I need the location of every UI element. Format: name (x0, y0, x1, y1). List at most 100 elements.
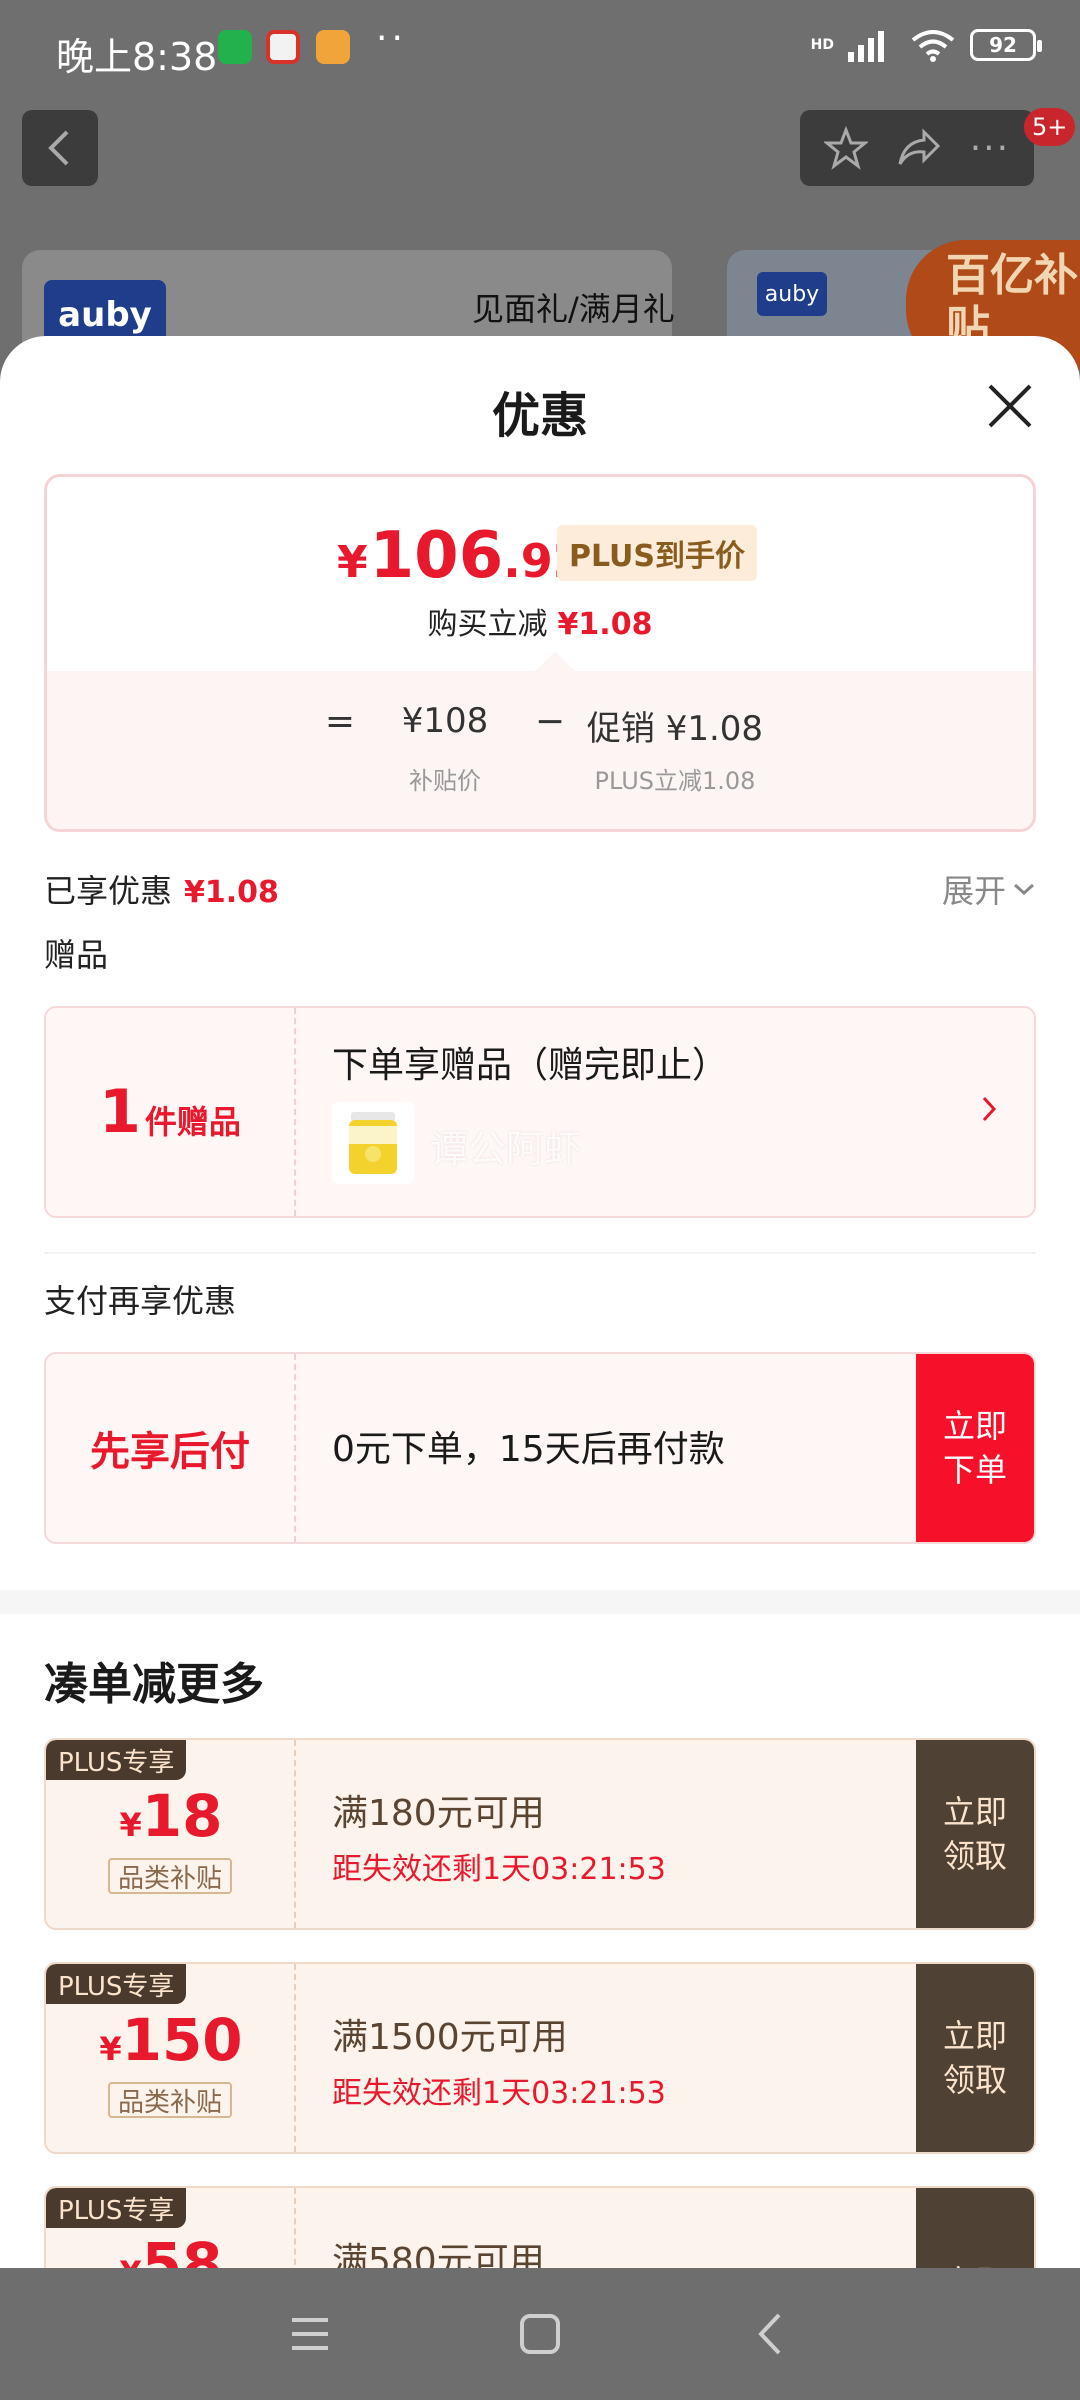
final-price: ¥ 106 .92 (337, 519, 585, 593)
final-price-currency: ¥ (337, 537, 368, 588)
formula-equals: = (324, 701, 356, 742)
claim-line1: 立即 (942, 1793, 1007, 1831)
menu-icon (292, 2318, 328, 2350)
message-badge: 5+ (1024, 108, 1076, 146)
status-right: HD 92 (810, 28, 1042, 62)
coupon-condition: 满180元可用 (332, 1793, 545, 1834)
subsidy-price-col: ¥108 补贴价 (370, 701, 520, 796)
plus-exclusive-badge: PLUS专享 (46, 2188, 187, 2228)
claim-line1: 立即 (942, 2017, 1007, 2055)
more-section-title: 凑单减更多 (44, 1659, 264, 1710)
plus-exclusive-badge: PLUS专享 (46, 1964, 187, 2004)
gift-description: 下单享赠品（赠完即止） (332, 1045, 729, 1086)
more-notifications-icon: ·· (376, 18, 407, 59)
claim-label: 立即 领取 (943, 1790, 1007, 1878)
subsidy-price-label: 补贴价 (409, 767, 481, 795)
share-icon[interactable] (896, 126, 942, 170)
map-app-icon (266, 30, 300, 64)
pay-later-card: 先享后付 0元下单，15天后再付款 立即下单 (44, 1352, 1036, 1544)
milk-can-image (349, 1112, 397, 1174)
signal-icon (848, 31, 884, 62)
enjoyed-discount: 已享优惠 ¥1.08 (44, 866, 279, 912)
section-gap (0, 1590, 1080, 1614)
watermark: 谭公阿虾 (430, 1127, 583, 1171)
plus-exclusive-badge: PLUS专享 (46, 1740, 187, 1780)
coupon-condition: 满1500元可用 (332, 2017, 568, 2058)
phone-app-icon (218, 30, 252, 64)
coupon-type-tag: 品类补贴 (108, 2082, 233, 2118)
claim-coupon-button[interactable]: 立即 领取 (916, 1964, 1034, 2152)
plus-price-tag: PLUS到手价 (557, 525, 758, 581)
back-button[interactable] (22, 110, 98, 186)
chevron-left-icon (48, 130, 69, 166)
home-square-icon (520, 2314, 560, 2354)
gift-count: 1 件赠品 (46, 1008, 296, 1216)
coupon-amount: ¥150 (46, 2006, 296, 2074)
promo-value: 促销 ¥1.08 (586, 709, 764, 749)
promo-col: 促销 ¥1.08 PLUS立减1.08 (580, 701, 770, 796)
instant-reduce-label: 购买立减 (427, 607, 548, 642)
coupon-currency: ¥ (99, 2030, 122, 2068)
order-now-label: 立即 下单 (943, 1404, 1007, 1492)
promo-label: PLUS立减1.08 (594, 767, 756, 795)
section-divider (44, 1252, 1036, 1254)
back-chevron-icon (758, 2313, 781, 2355)
pay-later-description: 0元下单，15天后再付款 (332, 1429, 725, 1470)
pay-section-title: 支付再享优惠 (44, 1282, 237, 1320)
order-now-line2: 下单 (942, 1451, 1007, 1489)
more-icon[interactable]: ··· (970, 128, 1010, 169)
coupon-card: PLUS专享 ¥150 品类补贴 满1500元可用 距失效还剩1天03:21:5… (44, 1962, 1036, 2154)
gift-section-title: 赠品 (44, 936, 109, 974)
enjoyed-value: ¥1.08 (184, 875, 279, 910)
price-summary-card: ¥ 106 .92 PLUS到手价 购买立减 ¥1.08 = ¥108 补贴价 −… (44, 474, 1036, 832)
system-nav-bar (0, 2268, 1080, 2400)
order-now-line1: 立即 (942, 1407, 1007, 1445)
claim-line2: 领取 (942, 1837, 1007, 1875)
pay-later-label: 先享后付 (46, 1354, 296, 1542)
chevron-right-icon (982, 1096, 997, 1122)
wifi-icon (911, 30, 955, 62)
gift-count-number: 1 (99, 1077, 141, 1147)
battery-level: 92 (989, 33, 1017, 57)
expand-button[interactable]: 展开 (942, 866, 1036, 912)
coupon-value: 18 (141, 1782, 223, 1850)
gift-count-unit: 件赠品 (144, 1103, 241, 1141)
gift-thumbnail (332, 1102, 414, 1184)
coupon-amount: ¥18 (46, 1782, 296, 1850)
formula-minus: − (534, 701, 566, 742)
final-price-integer: 106 (369, 519, 504, 593)
formula-eq-col: = (310, 701, 370, 796)
sheet-title: 优惠 (491, 388, 588, 444)
discount-sheet: 优惠 ¥ 106 .92 PLUS到手价 购买立减 ¥1.08 = ¥108 补贴… (0, 336, 1080, 2400)
price-formula: = ¥108 补贴价 − 促销 ¥1.08 PLUS立减1.08 (47, 701, 1033, 796)
brand-logo-2: auby (757, 272, 827, 316)
gift-card[interactable]: 1 件赠品 下单享赠品（赠完即止） 谭公阿虾 (44, 1006, 1036, 1218)
nav-back-button[interactable] (655, 2311, 885, 2357)
formula-minus-col: − (520, 701, 580, 796)
subsidy-price: ¥108 (401, 701, 489, 741)
coupon-card: PLUS专享 ¥18 品类补贴 满180元可用 距失效还剩1天03:21:53 … (44, 1738, 1036, 1930)
instant-reduce: 购买立减 ¥1.08 (47, 599, 1033, 643)
star-icon[interactable] (823, 126, 868, 170)
claim-label: 立即 领取 (943, 2014, 1007, 2102)
order-now-button[interactable]: 立即 下单 (916, 1354, 1034, 1542)
nav-home-button[interactable] (425, 2312, 655, 2356)
banner-title: 见面礼/满月礼 (472, 290, 675, 328)
network-type: HD (810, 37, 834, 53)
claim-coupon-button[interactable]: 立即 领取 (916, 1740, 1034, 1928)
nav-menu-button[interactable] (195, 2314, 425, 2354)
topbar-actions: ··· (800, 110, 1034, 186)
coupon-countdown: 距失效还剩1天03:21:53 (332, 1852, 666, 1887)
instant-reduce-value: ¥1.08 (557, 607, 653, 642)
status-bar: 晚上8:38 ·· HD 92 (0, 0, 1080, 96)
coupon-value: 150 (121, 2006, 243, 2074)
coupon-countdown: 距失效还剩1天03:21:53 (332, 2076, 666, 2111)
expand-label: 展开 (941, 872, 1006, 910)
battery-icon: 92 (970, 29, 1042, 61)
chevron-down-icon (1014, 883, 1034, 896)
close-icon[interactable] (984, 380, 1036, 432)
coupon-type-tag: 品类补贴 (108, 1858, 233, 1894)
notes-app-icon (316, 30, 350, 64)
coupon-currency: ¥ (119, 1806, 142, 1844)
claim-line2: 领取 (942, 2061, 1007, 2099)
